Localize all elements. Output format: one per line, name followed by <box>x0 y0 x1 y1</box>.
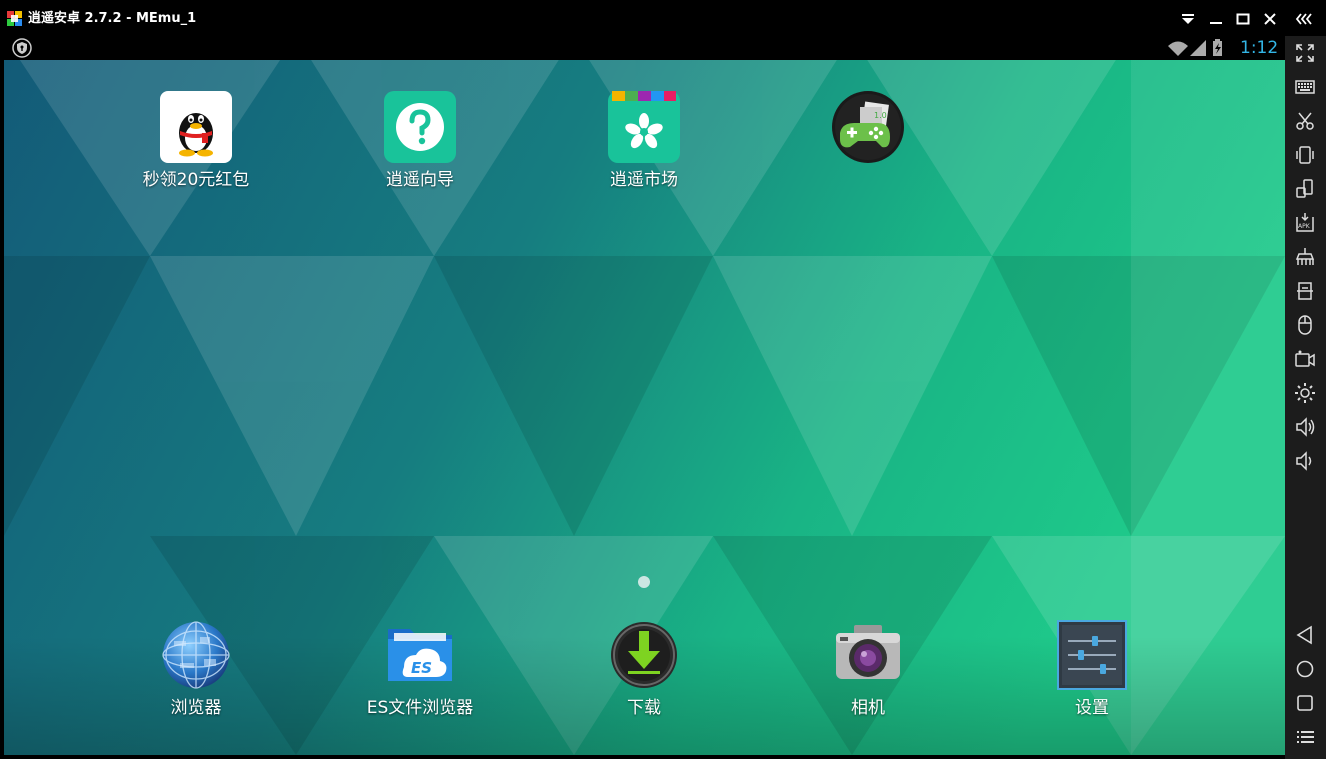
svg-text:APK: APK <box>1298 223 1311 230</box>
dock-app-downloads[interactable]: 下载 <box>564 619 724 723</box>
rotate-icon <box>1296 179 1313 198</box>
help-question-icon <box>384 91 456 163</box>
app-label: 逍遥向导 <box>386 170 454 190</box>
es-folder-icon: ES <box>384 619 456 691</box>
market-bag-icon <box>608 91 680 163</box>
svg-text:ES: ES <box>411 659 432 677</box>
scissors-button[interactable] <box>1293 109 1317 133</box>
apk-install-button[interactable]: APK <box>1293 211 1317 235</box>
video-record-icon <box>1295 350 1315 367</box>
emulator-toolbar: APK <box>1285 36 1326 759</box>
app-label: 浏览器 <box>170 698 222 718</box>
dropdown-icon <box>1182 14 1194 24</box>
memu-logo-icon <box>7 11 22 26</box>
keyboard-icon <box>1295 80 1315 94</box>
app-memu-market[interactable]: 逍遥市场 <box>564 91 724 195</box>
status-icons <box>1166 39 1232 57</box>
android-home-button[interactable] <box>1293 657 1317 681</box>
settings-gear-icon <box>1295 383 1315 403</box>
volume-down-icon <box>1296 451 1312 471</box>
dropdown-button[interactable] <box>1178 9 1198 29</box>
fullscreen-icon <box>1296 44 1314 62</box>
wifi-icon <box>1168 41 1188 56</box>
menu-button[interactable] <box>1293 725 1317 749</box>
clean-icon <box>1295 248 1315 265</box>
close-button[interactable] <box>1260 9 1280 29</box>
screen-capture-icon <box>1297 282 1313 300</box>
app-game-center[interactable]: 1.0 <box>788 91 948 171</box>
android-back-button[interactable] <box>1293 623 1317 647</box>
volume-up-icon <box>1296 417 1315 437</box>
apk-install-icon: APK <box>1296 213 1314 232</box>
dock-app-settings[interactable]: 设置 <box>1012 619 1172 723</box>
app-qq-hongbao[interactable]: 秒领20元红包 <box>116 91 276 195</box>
dock-app-camera[interactable]: 相机 <box>788 619 948 723</box>
dock-app-es-file-explorer[interactable]: ES ES文件浏览器 <box>340 619 500 723</box>
video-record-button[interactable] <box>1293 347 1317 371</box>
camera-icon <box>832 619 904 691</box>
window-title: 逍遥安卓 2.7.2 - MEmu_1 <box>28 11 197 26</box>
download-arrow-icon <box>608 619 680 691</box>
close-icon <box>1264 13 1276 25</box>
app-memu-guide[interactable]: 逍遥向导 <box>340 91 500 195</box>
dock-app-browser[interactable]: 浏览器 <box>116 619 276 723</box>
rotate-button[interactable] <box>1293 177 1317 201</box>
android-screen[interactable]: 1:12 秒领20元红包 逍遥向导 逍遥市场 1.0 浏览器 ES ES文件浏览… <box>4 36 1285 755</box>
app-label: ES文件浏览器 <box>366 698 474 718</box>
volume-down-button[interactable] <box>1293 449 1317 473</box>
keyboard-button[interactable] <box>1293 75 1317 99</box>
minimize-icon <box>1210 22 1222 24</box>
app-label: 设置 <box>1075 698 1109 718</box>
svg-text:1.0: 1.0 <box>874 111 887 120</box>
minimize-button[interactable] <box>1206 9 1226 29</box>
volume-up-button[interactable] <box>1293 415 1317 439</box>
home-icon <box>1296 660 1314 678</box>
app-label: 逍遥市场 <box>610 170 678 190</box>
maximize-button[interactable] <box>1233 9 1253 29</box>
game-controller-icon: 1.0 <box>832 91 904 163</box>
window-title-bar: 逍遥安卓 2.7.2 - MEmu_1 <box>0 0 1326 36</box>
status-time: 1:12 <box>1240 38 1279 58</box>
shake-button[interactable] <box>1293 143 1317 167</box>
globe-browser-icon <box>160 619 232 691</box>
clean-button[interactable] <box>1293 245 1317 269</box>
qq-penguin-icon <box>160 91 232 163</box>
android-recent-apps-button[interactable] <box>1293 691 1317 715</box>
settings-sliders-icon <box>1056 619 1128 691</box>
screen-capture-button[interactable] <box>1293 279 1317 303</box>
shake-icon <box>1296 146 1314 164</box>
collapse-toolbar-button[interactable] <box>1294 9 1314 29</box>
scissors-icon <box>1296 112 1314 130</box>
mouse-icon <box>1298 315 1312 335</box>
app-label: 秒领20元红包 <box>142 170 250 190</box>
recent-apps-icon <box>1297 695 1313 711</box>
page-indicator <box>638 576 650 588</box>
android-status-bar: 1:12 <box>4 36 1285 60</box>
fullscreen-button[interactable] <box>1293 41 1317 65</box>
shield-icon <box>12 38 32 58</box>
maximize-icon <box>1236 13 1250 25</box>
app-label: 相机 <box>851 698 885 718</box>
settings-button[interactable] <box>1293 381 1317 405</box>
battery-charging-icon <box>1213 39 1222 56</box>
double-chevron-left-icon <box>1295 13 1312 25</box>
signal-icon <box>1190 40 1206 56</box>
mouse-button[interactable] <box>1293 313 1317 337</box>
menu-icon <box>1297 731 1314 743</box>
back-icon <box>1296 625 1312 645</box>
app-label: 下载 <box>627 698 661 718</box>
